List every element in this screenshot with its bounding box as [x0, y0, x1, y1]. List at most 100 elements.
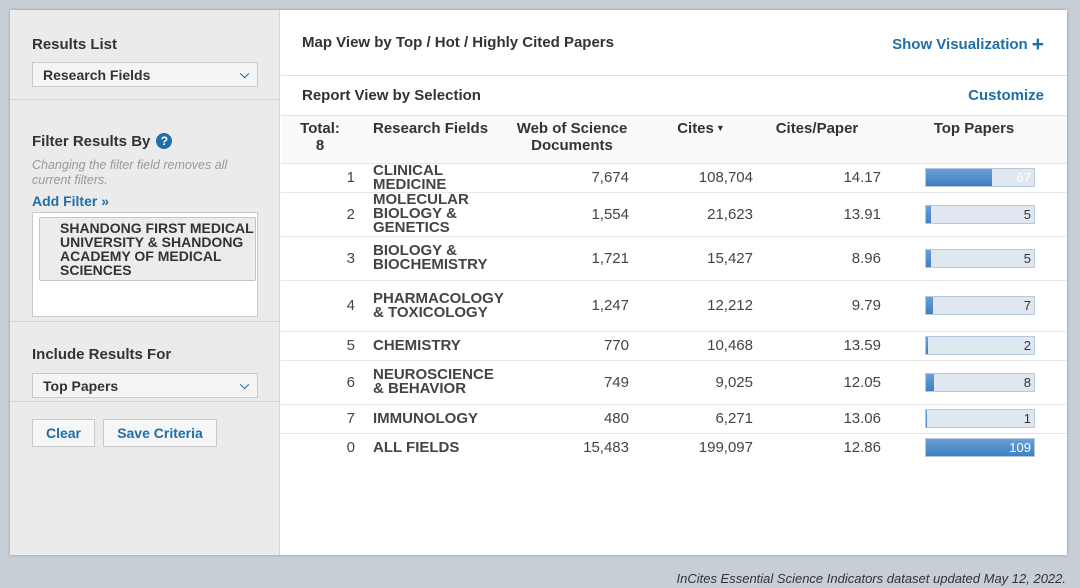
results-list-select[interactable]: Research Fields ⌵ [32, 62, 258, 87]
rank-cell: 6 [281, 359, 367, 404]
top-papers-value: 2 [1023, 338, 1031, 353]
include-results-select[interactable]: Top Papers ⌵ [32, 373, 258, 398]
top-papers-cell: 5 [891, 235, 1067, 280]
filter-heading-label: Filter Results By [32, 133, 151, 150]
top-papers-bar-fill [926, 169, 993, 186]
top-papers-value: 5 [1023, 250, 1031, 266]
include-results-section: Include Results For Top Papers ⌵ [10, 322, 280, 402]
research-field-link[interactable]: CLINICAL MEDICINE [367, 162, 505, 192]
cites-per-paper-cell: 13.06 [763, 403, 891, 433]
top-papers-bar: 7 [925, 296, 1035, 315]
sort-down-icon: ▼ [715, 123, 725, 133]
top-papers-bar: 109 [925, 438, 1035, 458]
show-visualization-link[interactable]: Show Visualization + [892, 33, 1044, 57]
top-papers-bar-fill [926, 297, 933, 314]
documents-cell: 1,247 [505, 279, 639, 331]
report-view-title: Report View by Selection [302, 87, 481, 104]
filter-box: SHANDONG FIRST MEDICAL UNIVERSITY & SHAN… [32, 212, 258, 317]
top-papers-cell: 5 [891, 191, 1067, 236]
cites-cell: 199,097 [639, 432, 763, 462]
footer-note: InCites Essential Science Indicators dat… [676, 571, 1066, 586]
top-papers-bar: 8 [925, 372, 1035, 392]
cites-per-paper-cell: 13.91 [763, 191, 891, 236]
rank-cell: 4 [281, 279, 367, 331]
top-papers-cell: 7 [891, 279, 1067, 331]
save-criteria-button[interactable]: Save Criteria [103, 419, 217, 447]
chevron-down-icon: ⌵ [239, 67, 250, 81]
show-visualization-label: Show Visualization [892, 36, 1028, 53]
rank-cell: 2 [281, 191, 367, 236]
top-papers-bar: 67 [925, 168, 1035, 187]
research-field-link[interactable]: MOLECULAR BIOLOGY & GENETICS [367, 191, 505, 236]
documents-cell: 770 [505, 330, 639, 360]
cites-cell: 9,025 [639, 359, 763, 404]
cites-cell: 12,212 [639, 279, 763, 331]
results-list-section: Results List Research Fields ⌵ [10, 10, 280, 100]
research-field-link[interactable]: IMMUNOLOGY [367, 403, 505, 433]
top-papers-bar-fill [926, 205, 931, 223]
cites-cell: 6,271 [639, 403, 763, 433]
top-papers-bar: 5 [925, 248, 1035, 268]
table-row: 4 PHARMACOLOGY & TOXICOLOGY 1,247 12,212 9.7… [281, 279, 1067, 331]
rank-cell: 5 [281, 330, 367, 360]
top-papers-cell: 1 [891, 403, 1067, 433]
documents-cell: 749 [505, 359, 639, 404]
documents-cell: 1,554 [505, 191, 639, 236]
filter-heading: Filter Results By? [32, 133, 173, 150]
report-view-bar: Report View by Selection Customize [281, 76, 1067, 116]
research-field-link[interactable]: NEUROSCIENCE & BEHAVIOR [367, 359, 505, 404]
cites-per-paper-cell: 8.96 [763, 235, 891, 280]
research-field-link[interactable]: PHARMACOLOGY & TOXICOLOGY [367, 279, 505, 331]
filter-section: Filter Results By? Changing the filter f… [10, 100, 280, 322]
top-papers-bar-fill [926, 337, 928, 354]
filter-chip[interactable]: SHANDONG FIRST MEDICAL UNIVERSITY & SHAN… [39, 217, 256, 281]
top-papers-cell: 8 [891, 359, 1067, 404]
top-papers-cell: 67 [891, 162, 1067, 192]
research-fields-header: Research Fields [367, 116, 505, 163]
sidebar-buttons: Clear Save Criteria [10, 402, 280, 462]
top-papers-bar: 1 [925, 409, 1035, 428]
rank-cell: 1 [281, 162, 367, 192]
help-icon[interactable]: ? [156, 133, 173, 149]
results-table: Total: 8 Research Fields Web of Science … [281, 116, 1067, 462]
table-row: 7 IMMUNOLOGY 480 6,271 13.06 1 [281, 403, 1067, 433]
app-frame: Results List Research Fields ⌵ Filter Re… [10, 10, 1067, 555]
cites-cell: 21,623 [639, 191, 763, 236]
top-papers-bar-fill [926, 249, 931, 267]
include-results-heading: Include Results For [32, 346, 172, 363]
plus-icon: + [1031, 33, 1044, 56]
total-header: Total: 8 [281, 116, 367, 163]
documents-cell: 15,483 [505, 432, 639, 462]
results-list-heading: Results List [32, 36, 118, 53]
chevron-down-icon: ⌵ [239, 378, 250, 392]
cites-per-paper-cell: 14.17 [763, 162, 891, 192]
rank-cell: 3 [281, 235, 367, 280]
top-papers-value: 8 [1023, 374, 1031, 390]
top-papers-value: 109 [1009, 440, 1031, 456]
top-papers-bar-fill [926, 373, 934, 391]
table-header-row: Total: 8 Research Fields Web of Science … [281, 116, 1067, 163]
top-papers-bar: 2 [925, 336, 1035, 355]
cites-per-paper-cell: 13.59 [763, 330, 891, 360]
cites-per-paper-cell: 12.86 [763, 432, 891, 462]
add-filter-link[interactable]: Add Filter » [32, 193, 109, 209]
documents-cell: 480 [505, 403, 639, 433]
research-field-link[interactable]: CHEMISTRY [367, 330, 505, 360]
clear-button[interactable]: Clear [32, 419, 95, 447]
cites-header[interactable]: Cites ▼ [639, 116, 763, 163]
top-papers-bar: 5 [925, 204, 1035, 224]
top-papers-value: 7 [1023, 298, 1031, 313]
customize-link[interactable]: Customize [968, 87, 1044, 104]
include-results-value: Top Papers [43, 378, 119, 394]
research-field-link[interactable]: ALL FIELDS [367, 432, 505, 462]
cites-cell: 10,468 [639, 330, 763, 360]
cites-per-paper-header: Cites/Paper [763, 116, 891, 163]
table-row: 2 MOLECULAR BIOLOGY & GENETICS 1,554 21,623… [281, 191, 1067, 236]
cites-header-label: Cites [677, 120, 714, 137]
research-field-link[interactable]: BIOLOGY & BIOCHEMISTRY [367, 235, 505, 280]
table-row: 0 ALL FIELDS 15,483 199,097 12.86 109 [281, 432, 1067, 462]
cites-cell: 15,427 [639, 235, 763, 280]
top-papers-value: 5 [1023, 206, 1031, 222]
rank-cell: 7 [281, 403, 367, 433]
map-view-bar: Map View by Top / Hot / Highly Cited Pap… [281, 10, 1067, 76]
